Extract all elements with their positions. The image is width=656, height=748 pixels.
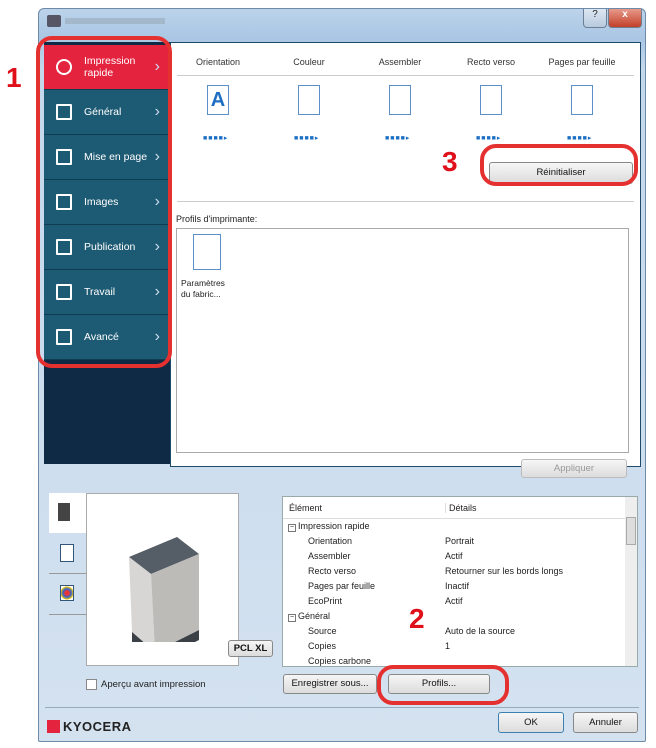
table-row[interactable]: Recto verso Retourner sur les bords long… [283, 566, 623, 581]
table-group-row[interactable]: − Général [283, 611, 623, 626]
preview-tabs [49, 493, 87, 616]
row-key: Copies [308, 641, 337, 651]
row-key: Orientation [308, 536, 353, 546]
column-duplex: Recto verso [466, 57, 516, 67]
row-value: Auto de la source [445, 626, 516, 636]
kyocera-logo: KYOCERA [47, 719, 132, 734]
setting-dots-indicator: ■■■■▸ [203, 135, 229, 142]
preview-checkbox[interactable]: Aperçu avant impression [86, 679, 206, 690]
profiles-label: Profils d'imprimante: [176, 214, 258, 224]
printer-icon [47, 15, 61, 27]
setting-dots-indicator: ■■■■▸ [567, 135, 593, 142]
tab-printer[interactable] [49, 493, 87, 533]
row-key: − Impression rapide [288, 521, 370, 532]
column-orientation: Orientation [195, 57, 241, 67]
checkbox[interactable] [86, 679, 97, 690]
row-key: EcoPrint [308, 596, 343, 606]
printer-image [129, 537, 199, 642]
row-value: Portrait [445, 536, 475, 546]
page-icon [60, 544, 74, 562]
checkbox-label: Aperçu avant impression [101, 679, 206, 690]
cancel-button[interactable]: Annuler [573, 712, 638, 733]
annotation-outline-profiles [377, 665, 509, 705]
column-color: Couleur [293, 57, 325, 67]
table-row[interactable]: Orientation Portrait [283, 536, 623, 551]
row-key: Source [308, 626, 337, 636]
annotation-1: 1 [6, 62, 22, 93]
tab-page[interactable] [49, 534, 87, 574]
setting-dots-indicator: ■■■■▸ [476, 135, 502, 142]
help-button[interactable]: ? [583, 9, 607, 28]
setting-dots-indicator: ■■■■▸ [385, 135, 411, 142]
main-panel: Orientation A ■■■■▸ Couleur ■■■■▸ Assemble… [170, 42, 641, 478]
scrollbar[interactable] [625, 497, 637, 666]
row-key: Pages par feuille [308, 581, 376, 591]
collate-icon[interactable] [389, 85, 411, 115]
page-icon [193, 234, 221, 270]
printer-icon [58, 503, 70, 521]
profile-label: Paramètres du fabric... [181, 278, 225, 299]
profiles-list[interactable]: Paramètres du fabric... [176, 228, 629, 453]
annotation-outline-sidebar [36, 36, 172, 368]
table-group-row[interactable]: − Impression rapide [283, 521, 623, 536]
collapse-icon: − [288, 614, 296, 622]
row-value: Actif [445, 551, 463, 561]
column-collate: Assembler [378, 57, 422, 67]
setting-dots-indicator: ■■■■▸ [294, 135, 320, 142]
annotation-2: 2 [409, 603, 425, 634]
save-as-button[interactable]: Enregistrer sous... [283, 674, 377, 694]
pages-per-sheet-icon[interactable] [571, 85, 593, 115]
tab-color[interactable] [49, 575, 87, 615]
color-icon [60, 585, 74, 601]
column-pages-per-sheet: Pages par feuille [548, 57, 616, 67]
close-button[interactable]: x [608, 9, 642, 28]
collapse-icon: − [288, 524, 296, 532]
annotation-outline-reset [480, 144, 638, 186]
table-row[interactable]: Source Auto de la source [283, 626, 623, 641]
settings-summary-table: Élément Détails − Impression rapide Orien… [282, 496, 638, 667]
row-value: Inactif [445, 581, 470, 591]
row-key: Assembler [308, 551, 351, 561]
column-header-element[interactable]: Élément [289, 503, 322, 513]
table-row[interactable]: Pages par feuille Inactif [283, 581, 623, 596]
table-row[interactable]: Copies 1 [283, 641, 623, 656]
row-value: 1 [445, 641, 451, 651]
title-bar: ? x [39, 9, 645, 37]
duplex-icon[interactable] [480, 85, 502, 115]
scroll-thumb[interactable] [626, 517, 636, 545]
row-value: Retourner sur les bords longs [445, 566, 564, 576]
row-key: − Général [288, 611, 331, 622]
row-key: Recto verso [308, 566, 357, 576]
orientation-icon[interactable]: A [207, 85, 229, 115]
row-value: Actif [445, 596, 463, 606]
table-row[interactable]: Assembler Actif [283, 551, 623, 566]
row-key: Copies carbone [308, 656, 372, 666]
printer-preview: PCL XL [86, 493, 239, 666]
pcl-badge: PCL XL [228, 640, 273, 657]
table-row[interactable]: EcoPrint Actif [283, 596, 623, 611]
column-header-details[interactable]: Détails [445, 503, 477, 513]
apply-button[interactable]: Appliquer [521, 459, 627, 478]
ok-button[interactable]: OK [498, 712, 564, 733]
color-icon[interactable] [298, 85, 320, 115]
annotation-3: 3 [442, 146, 458, 177]
profile-item[interactable]: Paramètres du fabric... [181, 234, 237, 304]
